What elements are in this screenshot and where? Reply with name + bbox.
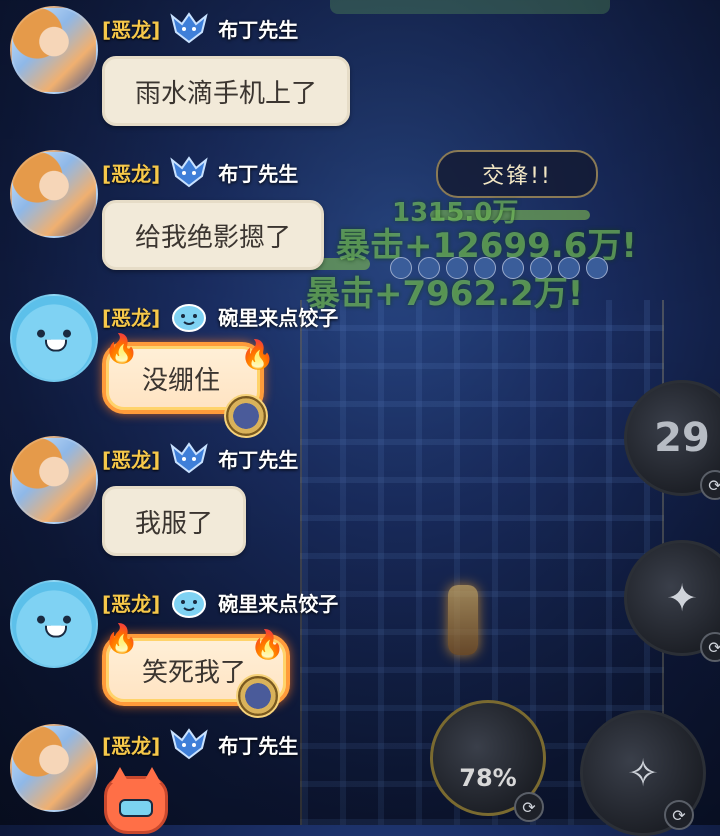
- user-line: [恶龙] 布丁先生: [102, 156, 298, 188]
- flame-icon: 🔥: [104, 332, 139, 365]
- guild-tag: [恶龙]: [102, 733, 161, 758]
- skill-cooldown: 29: [654, 415, 710, 461]
- user-line: [恶龙] 布丁先生: [102, 442, 298, 474]
- buff-icon: [502, 257, 524, 279]
- username[interactable]: 布丁先生: [218, 444, 298, 473]
- username[interactable]: 碗里来点饺子: [218, 588, 338, 617]
- user-line: [恶龙] 布丁先生: [102, 728, 298, 760]
- buff-icon: [446, 257, 468, 279]
- user-line: [恶龙] 布丁先生: [102, 12, 298, 44]
- user-line: [恶龙] 碗里来点饺子: [102, 300, 338, 332]
- buff-icon: [586, 257, 608, 279]
- guild-tag: [恶龙]: [102, 305, 161, 330]
- blue-dragon-badge-icon: [170, 728, 208, 760]
- username[interactable]: 布丁先生: [218, 730, 298, 759]
- avatar[interactable]: [10, 724, 98, 812]
- buff-icon: [474, 257, 496, 279]
- username[interactable]: 布丁先生: [218, 158, 298, 187]
- clash-label: 交锋!!: [436, 150, 598, 198]
- guild-tag: [恶龙]: [102, 447, 161, 472]
- username[interactable]: 碗里来点饺子: [218, 302, 338, 331]
- buff-icon: [390, 257, 412, 279]
- buff-icon: [418, 257, 440, 279]
- blue-dragon-badge-icon: [170, 442, 208, 474]
- player-hero: [448, 585, 478, 655]
- medal-icon: [236, 674, 280, 718]
- top-banner: [330, 0, 610, 14]
- blue-blob-badge-icon: [172, 590, 207, 618]
- red-cat-sticker-icon: [104, 767, 168, 834]
- swirl-icon: ✦: [666, 576, 698, 620]
- flame-icon: 🔥: [240, 338, 275, 371]
- guild-tag: [恶龙]: [102, 17, 161, 42]
- blob-face-icon: [33, 328, 75, 354]
- blue-dragon-badge-icon: [170, 12, 208, 44]
- guild-tag: [恶龙]: [102, 161, 161, 186]
- chat-bubble: 给我绝影摁了: [102, 200, 325, 270]
- slash-icon: ✧: [627, 751, 659, 795]
- guild-tag: [恶龙]: [102, 591, 161, 616]
- blob-face-icon: [33, 614, 75, 640]
- avatar[interactable]: [10, 294, 98, 382]
- buff-icon: [558, 257, 580, 279]
- swap-icon[interactable]: ⟳: [514, 792, 544, 822]
- flame-icon: 🔥: [250, 628, 285, 661]
- buff-icons: [390, 257, 608, 279]
- blue-blob-badge-icon: [172, 304, 207, 332]
- avatar[interactable]: [10, 436, 98, 524]
- medal-icon: [224, 394, 268, 438]
- chat-bubble: 雨水滴手机上了: [102, 56, 351, 126]
- avatar[interactable]: [10, 6, 98, 94]
- username[interactable]: 布丁先生: [218, 14, 298, 43]
- buff-icon: [530, 257, 552, 279]
- chat-bubble: 我服了: [102, 486, 247, 556]
- flame-icon: 🔥: [104, 622, 139, 655]
- avatar[interactable]: [10, 150, 98, 238]
- swap-icon[interactable]: ⟳: [664, 800, 694, 830]
- blue-dragon-badge-icon: [170, 156, 208, 188]
- user-line: [恶龙] 碗里来点饺子: [102, 586, 338, 618]
- avatar[interactable]: [10, 580, 98, 668]
- energy-percent: 78%: [459, 764, 517, 792]
